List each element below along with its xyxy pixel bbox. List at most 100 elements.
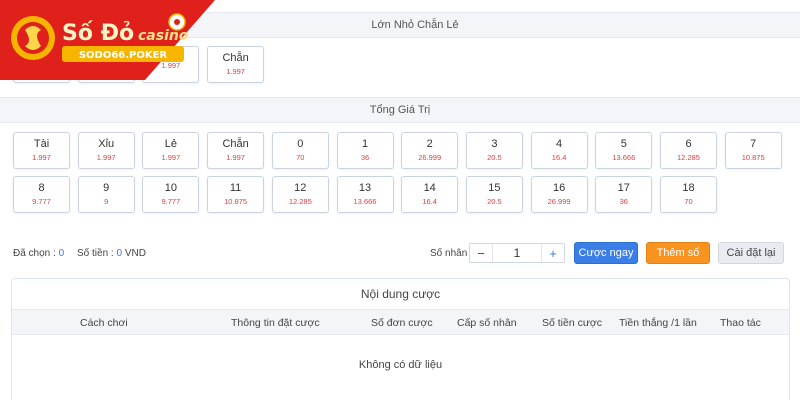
reset-button[interactable]: Cài đặt lại bbox=[718, 242, 784, 264]
svg-text:Số Đỏ: Số Đỏ bbox=[62, 21, 134, 46]
odds-button-tong-15[interactable]: 11 10.875 bbox=[207, 176, 265, 213]
odds-button-lon-nho-3[interactable]: Chẵn 1.997 bbox=[207, 46, 265, 83]
option-label: 0 bbox=[297, 138, 304, 150]
option-label: 18 bbox=[682, 182, 695, 194]
odds-button-tong-4[interactable]: 0 70 bbox=[271, 132, 329, 169]
option-odds: 12.285 bbox=[288, 197, 312, 206]
option-label: 5 bbox=[620, 138, 627, 150]
option-odds: 1.997 bbox=[161, 153, 181, 162]
option-label: Xỉu bbox=[98, 138, 115, 150]
odds-button-tong-7[interactable]: 3 20.5 bbox=[465, 132, 523, 169]
option-label: 2 bbox=[426, 138, 433, 150]
option-label: Tài bbox=[33, 138, 50, 150]
option-odds: 12.285 bbox=[677, 153, 700, 162]
odds-button-tong-17[interactable]: 13 13.666 bbox=[336, 176, 394, 213]
col-so-don: Số đơn cược bbox=[371, 317, 433, 329]
multiplier-label: Số nhân : bbox=[430, 248, 473, 259]
odds-button-tong-10[interactable]: 6 12.285 bbox=[660, 132, 717, 169]
sodo-casino-logo: Số Đỏ casino SODO66.POKER bbox=[0, 0, 215, 80]
col-thong-tin: Thông tin đặt cược bbox=[231, 317, 320, 329]
selected-count: Đã chọn : 0 bbox=[13, 248, 65, 259]
option-odds: 9 bbox=[104, 197, 109, 206]
table-header: Cách chơi Thông tin đặt cược Số đơn cược… bbox=[12, 309, 789, 335]
option-label: 13 bbox=[358, 182, 372, 194]
odds-button-tong-20[interactable]: 16 26.999 bbox=[530, 176, 588, 213]
option-odds: 16.4 bbox=[551, 153, 567, 162]
col-tien-thang: Tiền thắng /1 lần bbox=[619, 317, 697, 329]
option-label: 14 bbox=[423, 182, 436, 194]
option-odds: 10.875 bbox=[741, 153, 765, 162]
option-odds: 26.999 bbox=[418, 153, 442, 162]
option-label: 17 bbox=[617, 182, 630, 194]
odds-button-tong-0[interactable]: Tài 1.997 bbox=[13, 132, 70, 169]
odds-button-tong-8[interactable]: 4 16.4 bbox=[530, 132, 588, 169]
option-label: 4 bbox=[556, 138, 563, 150]
odds-button-tong-11[interactable]: 7 10.875 bbox=[724, 132, 782, 169]
option-label: 10 bbox=[164, 182, 178, 194]
col-cach-choi: Cách chơi bbox=[80, 317, 128, 329]
increment-button[interactable]: + bbox=[542, 246, 564, 261]
section-title: Tổng Giá Trị bbox=[369, 104, 431, 116]
bet-amount: Số tiền : 0 VND bbox=[77, 248, 146, 259]
option-odds: 70 bbox=[296, 153, 305, 162]
odds-button-tong-18[interactable]: 14 16.4 bbox=[401, 176, 459, 213]
option-label: 15 bbox=[488, 182, 501, 194]
option-label: 12 bbox=[294, 182, 307, 194]
odds-button-tong-1[interactable]: Xỉu 1.997 bbox=[77, 132, 135, 169]
odds-button-tong-22[interactable]: 18 70 bbox=[660, 176, 717, 213]
option-odds: 20.5 bbox=[487, 197, 502, 206]
option-odds: 1.997 bbox=[32, 153, 51, 162]
option-label: Chẵn bbox=[222, 52, 249, 64]
bet-now-button[interactable]: Cược ngay bbox=[574, 242, 638, 264]
option-label: Lẻ bbox=[164, 138, 178, 150]
odds-button-tong-13[interactable]: 99 bbox=[77, 176, 135, 213]
col-so-tien: Số tiền cược bbox=[542, 317, 603, 329]
option-label: 9 bbox=[103, 182, 110, 194]
svg-text:casino: casino bbox=[138, 28, 189, 44]
option-odds: 20.5 bbox=[487, 153, 502, 162]
col-thao-tac: Thao tác bbox=[720, 317, 761, 329]
svg-text:SODO66.POKER: SODO66.POKER bbox=[79, 50, 168, 61]
bet-content-panel: Nội dung cược Cách chơi Thông tin đặt cư… bbox=[11, 278, 790, 400]
option-odds: 13.666 bbox=[612, 153, 636, 162]
option-label: 16 bbox=[552, 182, 566, 194]
option-label: 11 bbox=[229, 182, 242, 194]
odds-button-tong-16[interactable]: 12 12.285 bbox=[271, 176, 329, 213]
option-odds: 13.666 bbox=[353, 197, 377, 206]
odds-button-tong-19[interactable]: 15 20.5 bbox=[465, 176, 523, 213]
multiplier-stepper[interactable]: − + bbox=[469, 243, 565, 263]
option-odds: 16.4 bbox=[422, 197, 437, 206]
decrement-button[interactable]: − bbox=[470, 246, 492, 261]
option-label: 6 bbox=[685, 138, 692, 150]
option-odds: 26.999 bbox=[547, 197, 571, 206]
option-label: 7 bbox=[750, 138, 757, 150]
add-number-button[interactable]: Thêm số bbox=[646, 242, 710, 264]
option-odds: 9.777 bbox=[161, 197, 181, 206]
odds-button-tong-5[interactable]: 1 36 bbox=[336, 132, 394, 169]
panel-title: Nội dung cược bbox=[360, 287, 441, 301]
option-label: 8 bbox=[38, 182, 45, 194]
odds-button-tong-12[interactable]: 8 9.777 bbox=[13, 176, 70, 213]
section-header-tong-gia-tri: Tổng Giá Trị bbox=[0, 97, 800, 123]
option-label: Chẵn bbox=[222, 138, 249, 150]
option-odds: 36 bbox=[619, 197, 628, 206]
section-title: Lớn Nhỏ Chẵn Lẻ bbox=[371, 19, 459, 31]
option-label: 1 bbox=[361, 138, 369, 150]
odds-button-tong-14[interactable]: 10 9.777 bbox=[142, 176, 200, 213]
odds-button-tong-21[interactable]: 17 36 bbox=[595, 176, 653, 213]
option-odds: 36 bbox=[360, 153, 370, 162]
option-odds: 9.777 bbox=[32, 197, 51, 206]
option-odds: 10.875 bbox=[224, 197, 248, 206]
odds-button-tong-2[interactable]: Lẻ 1.997 bbox=[142, 132, 200, 169]
option-odds: 1.997 bbox=[226, 67, 245, 76]
odds-button-tong-9[interactable]: 5 13.666 bbox=[595, 132, 653, 169]
option-label: 3 bbox=[491, 138, 498, 150]
odds-button-tong-3[interactable]: Chẵn 1.997 bbox=[207, 132, 265, 169]
col-cap-so-nhan: Cấp số nhân bbox=[457, 317, 517, 329]
option-odds: 1.997 bbox=[226, 153, 245, 162]
option-odds: 70 bbox=[684, 197, 693, 206]
odds-button-tong-6[interactable]: 2 26.999 bbox=[401, 132, 459, 169]
option-odds: 1.997 bbox=[96, 153, 116, 162]
empty-message: Không có dữ liệu bbox=[358, 359, 443, 371]
multiplier-input[interactable] bbox=[492, 244, 542, 262]
